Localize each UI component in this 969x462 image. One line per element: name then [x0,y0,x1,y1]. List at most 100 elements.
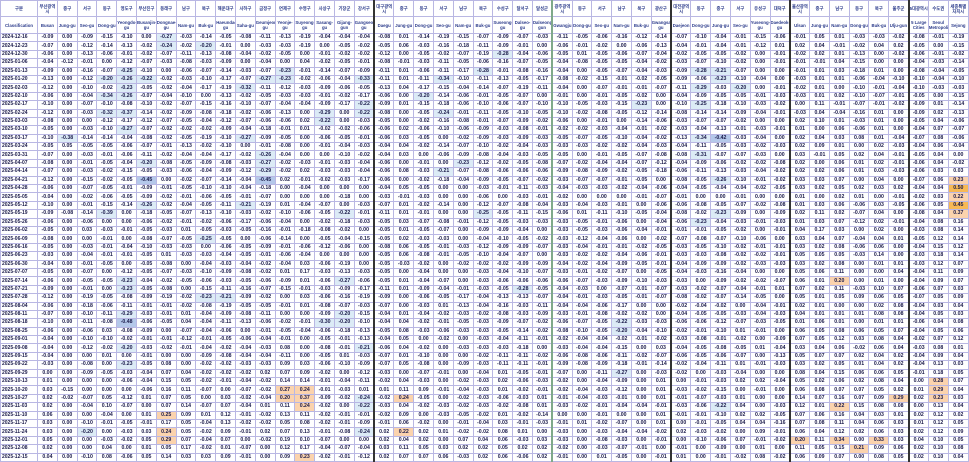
value-cell: 0.14 [947,225,969,236]
value-cell: -0.23 [116,360,137,370]
value-cell: -0.05 [947,66,969,76]
value-cell: 0.01 [809,66,830,76]
value-cell: 0.16 [828,410,850,420]
column-header-ko: 5대광역시 [908,0,929,17]
value-cell: 0.06 [828,158,850,169]
value-cell: -0.08 [234,267,256,278]
value-cell: -0.07 [650,284,673,295]
value-cell: -0.02 [769,167,791,177]
value-cell: 0.14 [274,376,296,387]
value-cell: -0.05 [769,410,791,420]
value-cell: -0.01 [769,83,791,93]
value-cell: -0.03 [512,150,533,160]
value-cell: -0.09 [314,83,335,93]
value-cell: -0.01 [809,58,830,68]
value-cell: 0.05 [828,360,850,370]
value-cell: -0.07 [37,309,58,320]
value-cell: 0.00 [274,58,296,68]
value-cell: 0.07 [413,452,434,462]
value-cell: 0.00 [769,66,791,76]
value-cell: -0.08 [908,66,929,76]
value-cell: -0.04 [611,251,632,261]
value-cell: -0.07 [512,100,533,110]
value-cell: -0.03 [908,259,929,269]
value-cell: -0.03 [96,435,118,446]
value-cell: -0.07 [76,184,98,194]
value-cell: 0.01 [373,385,395,395]
value-cell: 0.03 [215,393,236,404]
value-cell: 0.00 [927,41,949,51]
value-cell: -0.02 [96,343,118,353]
value-cell: 0.06 [868,368,890,379]
value-cell: 0.45 [947,200,969,211]
value-cell: 0.01 [393,209,415,219]
value-cell: -0.03 [155,58,177,68]
value-cell: -0.14 [215,175,236,186]
value-cell: -0.01 [254,326,276,337]
value-cell: 0.00 [749,351,771,362]
value-cell: -0.06 [531,276,554,286]
value-cell: 0.00 [56,427,78,437]
value-cell: -0.03 [789,108,811,118]
value-cell: -0.10 [848,83,870,93]
value-cell: 0.08 [294,418,316,429]
value-cell: -0.07 [155,116,177,127]
date-cell: 2025-04-21 [0,175,39,186]
value-cell: 0.08 [927,217,949,228]
value-cell: 0.00 [56,32,78,43]
value-cell: 0.00 [848,276,870,286]
value-cell: 0.00 [56,435,78,446]
value-cell: 0.03 [373,444,395,454]
value-cell: -0.08 [472,167,494,177]
value-cell: -0.04 [690,360,712,370]
value-cell: -0.21 [234,200,256,211]
value-cell: 0.01 [868,318,890,328]
value-cell: -0.02 [690,385,712,395]
value-cell: -0.04 [591,376,613,387]
value-cell: 0.03 [947,360,969,370]
value-cell: -0.01 [710,452,731,462]
value-cell: 0.00 [432,259,454,269]
value-cell: 0.06 [492,452,514,462]
value-cell: -0.01 [333,418,355,429]
value-cell: -0.05 [215,234,236,244]
value-cell: -0.11 [116,301,137,311]
value-cell: -0.03 [353,267,376,278]
value-cell: 0.20 [274,393,296,404]
column-header-en: Suyeong-gu [294,16,316,34]
value-cell: 0.00 [531,41,554,51]
value-cell: 0.05 [828,251,850,261]
value-cell: -0.04 [432,284,454,295]
value-cell: 0.08 [868,335,890,345]
value-cell: 0.02 [908,410,929,420]
value-cell: -0.08 [215,351,236,362]
value-cell: -0.11 [215,284,236,295]
value-cell: 0.00 [888,251,910,261]
value-cell: -0.11 [76,318,98,328]
value-cell: -0.05 [215,32,236,43]
value-cell: -0.07 [413,217,434,228]
value-cell: 0.00 [452,234,474,244]
value-cell: -0.05 [452,251,474,261]
value-cell: 0.02 [809,376,830,387]
value-cell: 0.04 [947,402,969,412]
value-cell: 0.06 [868,343,890,353]
value-cell: -0.09 [314,309,335,320]
value-cell: -0.02 [472,259,494,269]
value-cell: -0.03 [769,259,791,269]
value-cell: 0.05 [789,267,811,278]
value-cell: 0.12 [927,234,949,244]
value-cell: -0.05 [611,108,632,118]
value-cell: -0.06 [611,234,632,244]
value-cell: -0.12 [353,368,376,379]
value-cell: -0.11 [551,32,573,43]
value-cell: 0.00 [749,393,771,404]
value-cell: -0.02 [96,83,118,93]
date-cell: 2025-01-13 [0,66,39,76]
value-cell: 0.04 [472,435,494,446]
value-cell: -0.03 [551,234,573,244]
value-cell: -0.08 [274,142,296,152]
header-row-korean: 구분 부산광역시 중구 서구 동구 영도구 부산진구 동래구 남구 북구 해운대구 사하구 금정구 연제구… [0,0,969,17]
value-cell: -0.04 [175,150,197,160]
value-cell: -0.19 [76,293,98,303]
